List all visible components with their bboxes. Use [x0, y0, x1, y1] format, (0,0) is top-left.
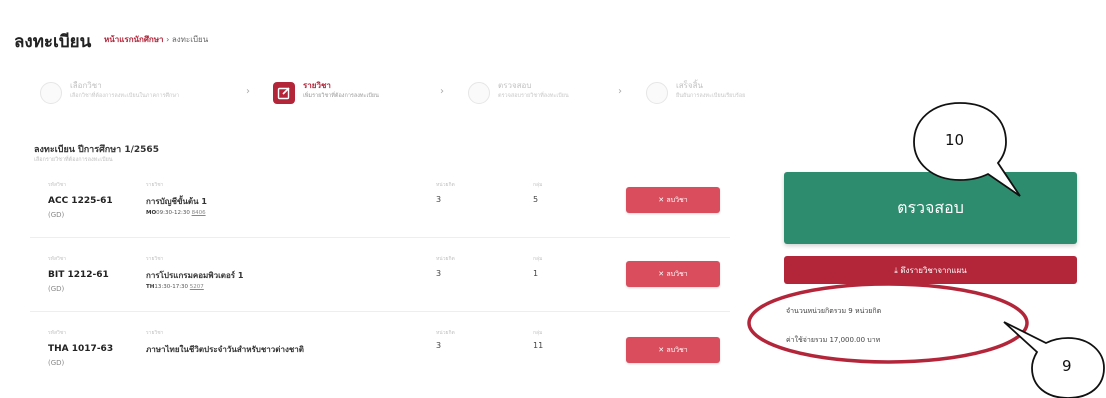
step-desc: เลือกวิชาที่ต้องการลงทะเบียนในภาคการศึกษ…: [70, 93, 180, 99]
course-credits: 3: [436, 341, 442, 350]
section-subtitle: เลือกรายวิชาที่ต้องการลงทะเบียน: [34, 157, 113, 163]
callout-number-9: 9: [1062, 357, 1072, 375]
breadcrumb-home-link[interactable]: หน้าแรกนักศึกษา: [104, 35, 164, 44]
step-circle-icon: [468, 82, 490, 104]
callout-number-10: 10: [945, 131, 965, 149]
section-title: ลงทะเบียน ปีการศึกษา 1/2565: [34, 145, 159, 155]
breadcrumb: หน้าแรกนักศึกษา › ลงทะเบียน: [104, 33, 208, 46]
step-separator-icon: ›: [618, 86, 622, 97]
code-column-label: รหัสวิชา: [48, 256, 67, 262]
course-schedule: TH13:30-17:30 5207: [146, 284, 204, 290]
course-name: การบัญชีขั้นต้น 1: [146, 197, 207, 206]
course-code: ACC 1225-61: [48, 196, 113, 206]
table-row: รหัสวิชา ACC 1225-61 (GD) รายวิชา การบัญ…: [30, 178, 730, 238]
callout-bubble-9-icon: [1003, 321, 1105, 398]
page-title: ลงทะเบียน: [14, 32, 92, 52]
course-section: 5: [533, 195, 539, 204]
total-fee-text: ค่าใช้จ่ายรวม 17,000.00 บาท: [786, 336, 881, 344]
course-credits: 3: [436, 195, 442, 204]
name-column-label: รายวิชา: [146, 182, 164, 188]
section-column-label: กลุ่ม: [533, 182, 543, 188]
credits-column-label: หน่วยกิต: [436, 256, 455, 262]
course-section: 1: [533, 269, 539, 278]
section-column-label: กลุ่ม: [533, 330, 543, 336]
course-category: (GD): [48, 285, 65, 293]
check-button[interactable]: ตรวจสอบ: [784, 172, 1077, 244]
course-credits: 3: [436, 269, 442, 278]
code-column-label: รหัสวิชา: [48, 330, 67, 336]
course-section: 11: [533, 341, 544, 350]
step-name: รายวิชา: [303, 81, 331, 90]
breadcrumb-separator: ›: [166, 35, 170, 44]
drop-course-button[interactable]: ✕ ลบวิชา: [626, 261, 720, 287]
step-name: ตรวจสอบ: [498, 81, 532, 90]
table-row: รหัสวิชา BIT 1212-61 (GD) รายวิชา การโปร…: [30, 252, 730, 312]
step-separator-icon: ›: [246, 86, 250, 97]
registration-stepper: เลือกวิชา เลือกวิชาที่ต้องการลงทะเบียนใน…: [10, 70, 1105, 120]
course-code: THA 1017-63: [48, 344, 114, 354]
total-credits-text: จำนวนหน่วยกิตรวม 9 หน่วยกิต: [786, 307, 882, 315]
edit-icon: [273, 82, 295, 104]
step-circle-icon: [646, 82, 668, 104]
step-desc: ยืนยันการลงทะเบียนเรียบร้อย: [676, 93, 746, 99]
step-circle-icon: [40, 82, 62, 104]
name-column-label: รายวิชา: [146, 256, 164, 262]
highlight-ellipse-icon: [747, 282, 1029, 364]
step-separator-icon: ›: [440, 86, 444, 97]
row-divider: [30, 311, 730, 312]
step-name: เลือกวิชา: [70, 81, 102, 90]
course-name: ภาษาไทยในชีวิตประจำวันสำหรับชาวต่างชาติ: [146, 345, 304, 354]
drop-course-button[interactable]: ✕ ลบวิชา: [626, 337, 720, 363]
step-desc: เพิ่มรายวิชาที่ต้องการลงทะเบียน: [303, 93, 379, 99]
row-divider: [30, 237, 730, 238]
step-name: เสร็จสิ้น: [676, 81, 703, 90]
pull-from-plan-button[interactable]: ⤓ ดึงรายวิชาจากแผน: [784, 256, 1077, 284]
table-row: รหัสวิชา THA 1017-63 (GD) รายวิชา ภาษาไท…: [30, 326, 730, 386]
drop-course-button[interactable]: ✕ ลบวิชา: [626, 187, 720, 213]
course-name: การโปรแกรมคอมพิวเตอร์ 1: [146, 271, 244, 280]
credits-column-label: หน่วยกิต: [436, 330, 455, 336]
course-schedule: MO09:30-12:30 8406: [146, 210, 206, 216]
name-column-label: รายวิชา: [146, 330, 164, 336]
course-category: (GD): [48, 359, 65, 367]
course-category: (GD): [48, 211, 65, 219]
breadcrumb-current: ลงทะเบียน: [171, 35, 209, 44]
credits-column-label: หน่วยกิต: [436, 182, 455, 188]
course-code: BIT 1212-61: [48, 270, 109, 280]
code-column-label: รหัสวิชา: [48, 182, 67, 188]
section-column-label: กลุ่ม: [533, 256, 543, 262]
step-desc: ตรวจสอบรายวิชาที่ลงทะเบียน: [498, 93, 569, 99]
